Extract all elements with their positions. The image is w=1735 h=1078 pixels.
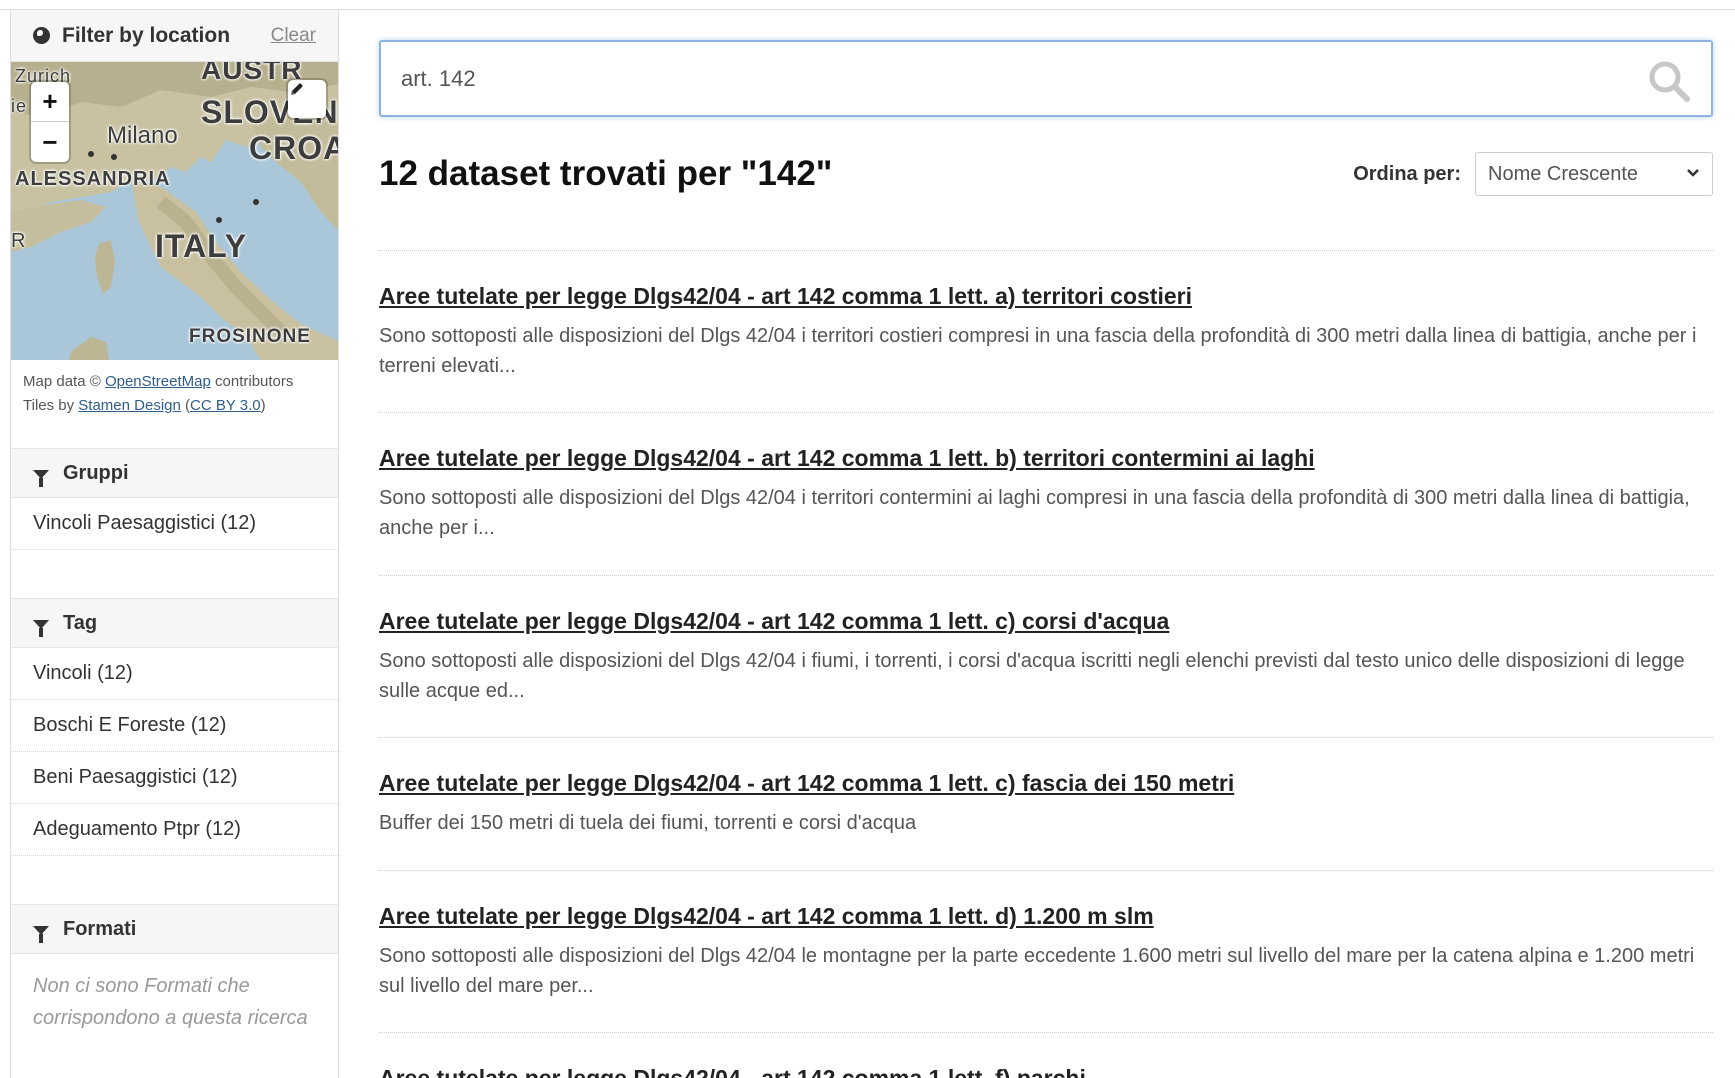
facet-item-tag[interactable]: Adeguamento Ptpr (12) xyxy=(11,804,338,856)
dataset-title-link[interactable]: Aree tutelate per legge Dlgs42/04 - art … xyxy=(379,901,1713,931)
map-label-milano: Milano xyxy=(107,122,178,149)
dataset-item: Aree tutelate per legge Dlgs42/04 - art … xyxy=(379,412,1713,575)
sidebar: Filter by location Clear Zurich AUSTR SL… xyxy=(10,10,339,1078)
sort-select[interactable]: Nome Crescente xyxy=(1475,152,1713,196)
formats-facet-title: Formati xyxy=(63,917,137,940)
clear-location-link[interactable]: Clear xyxy=(271,25,316,47)
chevron-down-icon xyxy=(1687,169,1699,177)
location-filter-title: Filter by location xyxy=(62,23,231,47)
zoom-out-button[interactable]: − xyxy=(31,122,69,162)
filter-icon xyxy=(33,925,49,943)
location-filter-header: Filter by location Clear xyxy=(11,10,338,62)
tiles-prefix: Tiles by xyxy=(23,397,75,414)
search-icon[interactable] xyxy=(1647,59,1691,108)
map-label-italy: ITALY xyxy=(155,228,248,264)
dataset-item: Aree tutelate per legge Dlgs42/04 - art … xyxy=(379,575,1713,737)
dataset-description: Sono sottoposti alle disposizioni del Dl… xyxy=(379,945,1695,997)
map-label-partial-r: R xyxy=(11,230,27,252)
dataset-description: Sono sottoposti alle disposizioni del Dl… xyxy=(379,487,1690,539)
groups-facet-header: Gruppi xyxy=(11,448,338,498)
dataset-item: Aree tutelate per legge Dlgs42/04 - art … xyxy=(379,870,1713,1032)
map-label-partial-west: ie xyxy=(11,96,28,116)
results-list: Aree tutelate per legge Dlgs42/04 - art … xyxy=(379,250,1713,1078)
dataset-description: Sono sottoposti alle disposizioni del Dl… xyxy=(379,325,1697,377)
filter-icon xyxy=(33,469,49,487)
attribution-prefix: Map data © xyxy=(23,373,101,390)
facet-item-group[interactable]: Vincoli Paesaggistici (12) xyxy=(11,498,338,550)
pencil-icon xyxy=(291,83,303,95)
zoom-in-button[interactable]: + xyxy=(31,82,69,122)
results-header: 12 dataset trovati per "142" Ordina per:… xyxy=(379,144,1713,204)
sort-select-value: Nome Crescente xyxy=(1488,162,1639,185)
sort-label: Ordina per: xyxy=(1353,162,1461,185)
dataset-title-link[interactable]: Aree tutelate per legge Dlgs42/04 - art … xyxy=(379,606,1713,636)
globe-icon xyxy=(33,27,50,44)
license-link[interactable]: CC BY 3.0 xyxy=(190,397,261,414)
map-label-frosinone: FROSINONE xyxy=(189,326,311,347)
facet-item-tag[interactable]: Boschi E Foreste (12) xyxy=(11,700,338,752)
dataset-title-link[interactable]: Aree tutelate per legge Dlgs42/04 - art … xyxy=(379,443,1713,473)
dataset-item: Aree tutelate per legge Dlgs42/04 - art … xyxy=(379,737,1713,870)
facet-item-tag[interactable]: Vincoli (12) xyxy=(11,648,338,700)
attribution-contributors: contributors xyxy=(215,373,294,390)
map-zoom-control: + − xyxy=(31,82,69,162)
search-input[interactable] xyxy=(381,42,1581,115)
search-box xyxy=(379,40,1713,117)
dataset-description: Sono sottoposti alle disposizioni del Dl… xyxy=(379,650,1685,702)
map-label-croatia: CROA xyxy=(249,130,339,166)
dataset-title-link[interactable]: Aree tutelate per legge Dlgs42/04 - art … xyxy=(379,281,1713,311)
dataset-title-link[interactable]: Aree tutelate per legge Dlgs42/04 - art … xyxy=(379,768,1713,798)
paren-close: ) xyxy=(260,397,266,414)
osm-link[interactable]: OpenStreetMap xyxy=(105,373,211,390)
dataset-item: Aree tutelate per legge Dlgs42/04 - art … xyxy=(379,1032,1713,1078)
formats-facet-header: Formati xyxy=(11,904,338,954)
sort-control: Ordina per: Nome Crescente xyxy=(1353,152,1713,196)
results-count-title: 12 dataset trovati per "142" xyxy=(379,154,833,193)
dataset-description: Buffer dei 150 metri di tuela dei fiumi,… xyxy=(379,812,917,834)
tags-facet-header: Tag xyxy=(11,598,338,648)
draw-area-button[interactable] xyxy=(288,80,326,118)
location-map[interactable]: Zurich AUSTR SLOVEN CROA Milano ALESSAND… xyxy=(11,62,339,360)
stamen-link[interactable]: Stamen Design xyxy=(78,397,181,414)
facet-item-tag[interactable]: Beni Paesaggistici (12) xyxy=(11,752,338,804)
groups-facet-title: Gruppi xyxy=(63,461,129,484)
tags-facet-title: Tag xyxy=(63,611,98,634)
main-content: 12 dataset trovati per "142" Ordina per:… xyxy=(379,40,1713,1078)
formats-empty-message: Non ci sono Formati che corrispondono a … xyxy=(33,975,308,1029)
dataset-item: Aree tutelate per legge Dlgs42/04 - art … xyxy=(379,250,1713,412)
filter-icon xyxy=(33,619,49,637)
dataset-title-link[interactable]: Aree tutelate per legge Dlgs42/04 - art … xyxy=(379,1063,1713,1078)
map-label-alessandria: ALESSANDRIA xyxy=(15,168,171,190)
map-attribution: Map data © OpenStreetMap contributors Ti… xyxy=(11,360,338,434)
